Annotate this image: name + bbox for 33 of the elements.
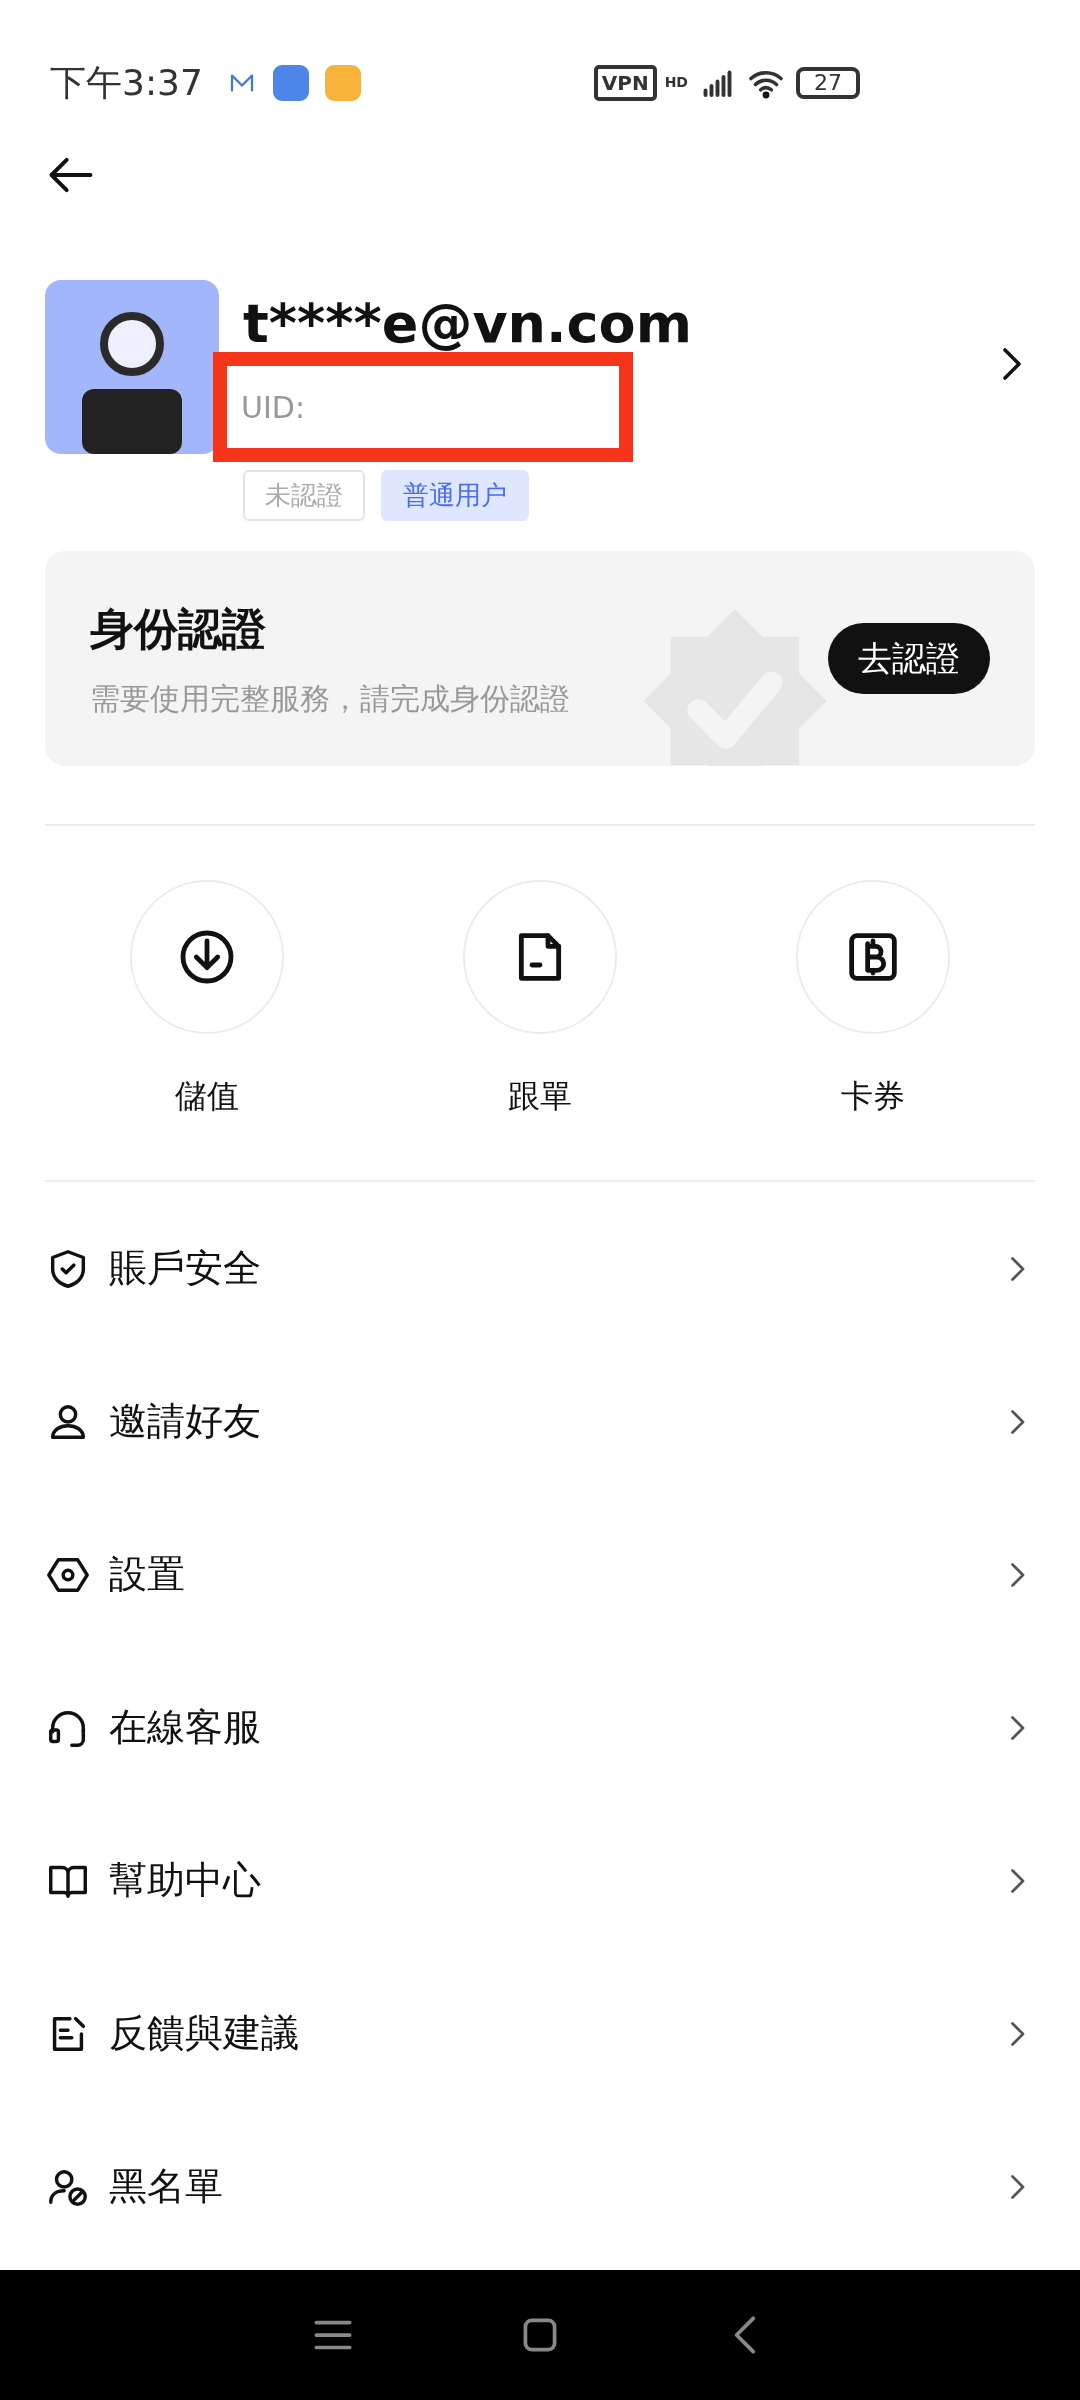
network-label: HD <box>664 73 688 92</box>
card-subtitle: 需要使用完整服務，請完成身份認證 <box>90 680 570 718</box>
menu-item[interactable]: 反饋與建議 <box>0 1957 1080 2110</box>
menu-label: 邀請好友 <box>109 1398 262 1445</box>
shortcut-button[interactable] <box>129 880 284 1034</box>
shortcut-button[interactable] <box>463 880 617 1034</box>
status-tag: 未認證 <box>243 470 365 521</box>
card-title: 身份認證 <box>90 602 267 656</box>
vpn-indicator: VPN <box>593 64 657 101</box>
menu-label: 反饋與建議 <box>109 2010 300 2057</box>
shortcut-button[interactable] <box>796 880 951 1034</box>
app-icon <box>272 64 309 101</box>
app-icon <box>324 64 361 101</box>
shortcut-label: 卡券 <box>841 1076 906 1117</box>
shortcut-label: 跟單 <box>508 1076 572 1117</box>
menu-item[interactable]: 黑名單 <box>0 2110 1080 2263</box>
status-time: 下午3:37 <box>50 60 203 105</box>
menu-label: 在線客服 <box>109 1704 262 1751</box>
verify-button[interactable]: 去認證 <box>828 623 990 694</box>
uid-label: UID: <box>241 388 305 427</box>
menu-label: 黑名單 <box>109 2163 224 2210</box>
shortcut-label: 儲值 <box>174 1076 239 1117</box>
menu-item[interactable]: 幫助中心 <box>0 1804 1080 1957</box>
menu-item[interactable]: 設置 <box>0 1498 1080 1651</box>
battery-level: 27 <box>796 66 860 99</box>
menu-item[interactable]: 賬戶安全 <box>0 1192 1080 1345</box>
menu-label: 賬戶安全 <box>109 1245 262 1292</box>
status-tag: 普通用户 <box>381 470 529 521</box>
menu-item[interactable]: 在線客服 <box>0 1651 1080 1804</box>
menu-label: 幫助中心 <box>109 1857 262 1904</box>
menu-item[interactable]: 邀請好友 <box>0 1345 1080 1498</box>
menu-label: 設置 <box>109 1551 186 1598</box>
account-email: t****e@vn.com <box>243 292 692 356</box>
